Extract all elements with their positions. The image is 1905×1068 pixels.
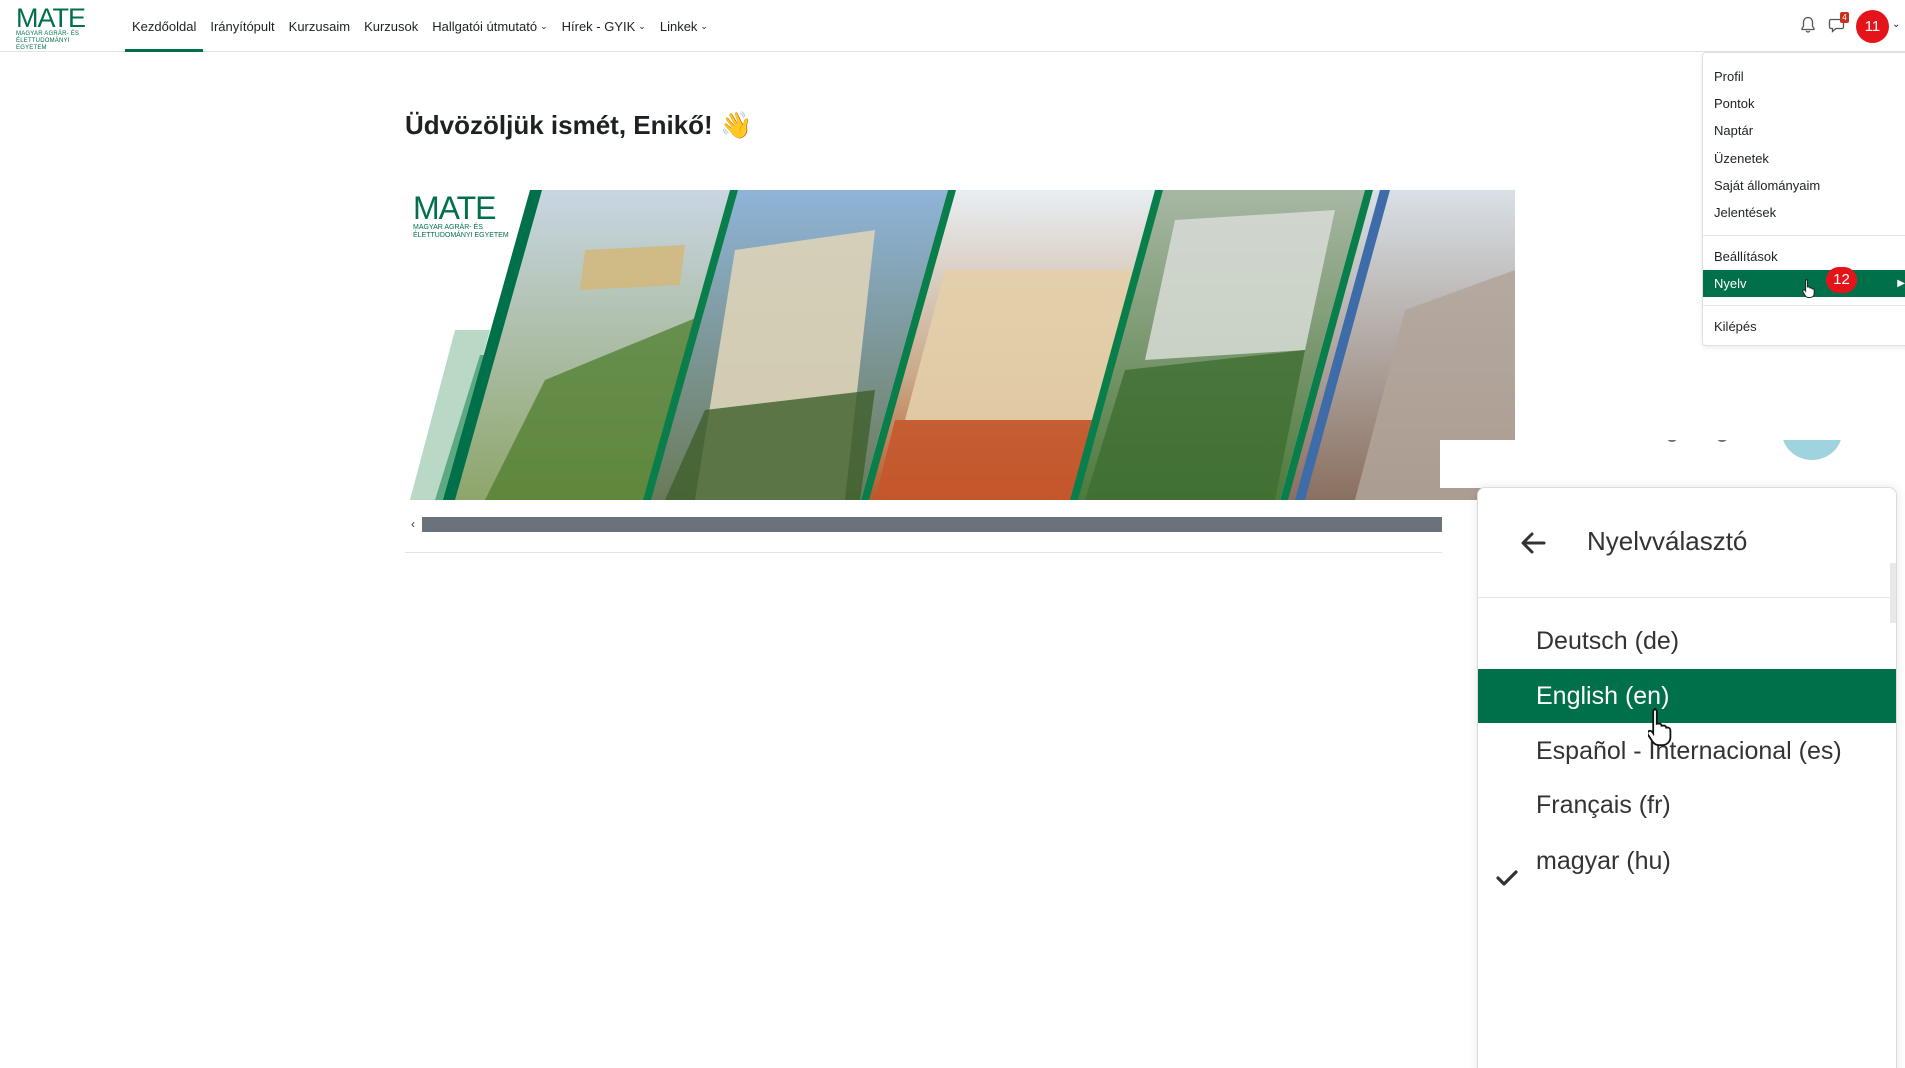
chevron-down-icon: ⌄	[540, 20, 548, 31]
partial-avatar-icons	[1667, 440, 1841, 460]
banner-logo-subtitle-line2: ÉLETTUDOMÁNYI EGYETEM	[413, 232, 509, 239]
nav-item-kurzusok[interactable]: Kurzusok	[357, 0, 425, 52]
menu-item-label: Nyelv	[1714, 276, 1747, 291]
checkmark-icon	[1496, 852, 1518, 886]
nav-item-label: Kezdőoldal	[132, 18, 197, 34]
language-option-fr[interactable]: Français (fr)	[1478, 778, 1896, 832]
welcome-text: Üdvözöljük ismét, Enikő!	[405, 110, 713, 140]
horizontal-scrollbar[interactable]: ‹	[405, 515, 1442, 533]
menu-item-beallitasok[interactable]: Beállítások	[1703, 243, 1905, 270]
menu-item-jelentesek[interactable]: Jelentések	[1703, 199, 1905, 226]
site-logo[interactable]: MATE MAGYAR AGRÁR- ÉS ÉLETTUDOMÁNYI EGYE…	[16, 3, 98, 52]
language-option-hu[interactable]: magyar (hu)	[1478, 834, 1896, 888]
logo-subtitle-line2: ÉLETTUDOMÁNYI EGYETEM	[16, 38, 70, 51]
nav-item-kezdooldal[interactable]: Kezdőoldal	[125, 0, 204, 52]
back-arrow-icon[interactable]	[1518, 528, 1548, 558]
chevron-down-icon: ⌄	[700, 20, 708, 31]
menu-item-sajat-allomanyaim[interactable]: Saját állományaim	[1703, 172, 1905, 199]
user-avatar[interactable]: 11	[1856, 10, 1889, 43]
nav-item-hirek-gyik[interactable]: Hírek - GYIK ⌄	[555, 0, 653, 52]
notifications-bell-icon[interactable]	[1800, 16, 1816, 34]
banner-logo: MATE MAGYAR AGRÁR- ÉS ÉLETTUDOMÁNYI EGYE…	[413, 192, 509, 240]
nav-item-label: Irányítópult	[210, 18, 275, 34]
menu-divider	[1703, 305, 1905, 306]
caret-right-icon: ▶	[1897, 278, 1905, 289]
language-option-label: Español - Internacional (es)	[1536, 737, 1842, 765]
scroll-left-arrow-icon[interactable]: ‹	[405, 515, 421, 533]
welcome-heading: Üdvözöljük ismét, Enikő! 👋	[405, 110, 752, 141]
nav-item-label: Kurzusok	[364, 18, 419, 34]
scrollbar-thumb[interactable]	[422, 517, 1442, 532]
nav-item-label: Kurzusaim	[288, 18, 351, 34]
language-option-es[interactable]: Español - Internacional (es)	[1478, 724, 1896, 778]
menu-item-uzenetek[interactable]: Üzenetek	[1703, 145, 1905, 172]
step-number-badge: 12	[1826, 267, 1857, 293]
nav-item-iranyitopult[interactable]: Irányítópult	[203, 0, 281, 52]
nav-item-hallgatoi-utmutato[interactable]: Hallgatói útmutató ⌄	[425, 0, 554, 52]
nav-item-label: Hírek - GYIK	[561, 18, 636, 34]
nav-item-linkek[interactable]: Linkek ⌄	[653, 0, 715, 52]
panel-scrollbar[interactable]	[1890, 563, 1896, 623]
banner-logo-wordmark: MATE	[413, 190, 497, 226]
nav-item-kurzusaim[interactable]: Kurzusaim	[282, 0, 357, 52]
content-divider	[405, 552, 1442, 553]
messages-count-badge: 4	[1840, 12, 1849, 23]
menu-item-profil[interactable]: Profil	[1703, 63, 1905, 90]
language-option-label: English (en)	[1536, 682, 1670, 710]
top-navbar: MATE MAGYAR AGRÁR- ÉS ÉLETTUDOMÁNYI EGYE…	[0, 0, 1905, 52]
language-selector-panel: Nyelvválasztó Deutsch (de) English (en) …	[1477, 487, 1897, 1068]
language-panel-header: Nyelvválasztó	[1478, 488, 1896, 598]
hand-pointer-cursor-icon	[1646, 707, 1676, 752]
language-option-en[interactable]: English (en)	[1478, 669, 1896, 723]
language-panel-title: Nyelvválasztó	[1587, 526, 1748, 556]
nav-item-label: Hallgatói útmutató	[432, 18, 538, 34]
menu-item-naptar[interactable]: Naptár	[1703, 117, 1905, 144]
hand-pointer-cursor-icon	[1802, 278, 1816, 303]
primary-navigation: Kezdőoldal Irányítópult Kurzusaim Kurzus…	[125, 0, 715, 52]
logo-wordmark: MATE	[16, 3, 86, 33]
waving-hand-icon: 👋	[719, 110, 753, 140]
menu-item-pontok[interactable]: Pontok	[1703, 90, 1905, 117]
chevron-down-icon: ⌄	[638, 20, 646, 31]
logo-subtitle-line1: MAGYAR AGRÁR- ÉS	[16, 31, 80, 37]
campus-banner-image: MATE MAGYAR AGRÁR- ÉS ÉLETTUDOMÁNYI EGYE…	[405, 190, 1515, 500]
nav-item-label: Linkek	[659, 18, 698, 34]
language-option-de[interactable]: Deutsch (de)	[1478, 614, 1896, 668]
language-option-label: magyar (hu)	[1536, 847, 1671, 875]
messages-chat-icon[interactable]: 4	[1828, 12, 1849, 35]
banner-collage	[410, 190, 1515, 500]
menu-item-kilepes[interactable]: Kilépés	[1703, 313, 1905, 340]
language-option-label: Français (fr)	[1536, 791, 1671, 819]
menu-divider	[1703, 235, 1905, 236]
language-option-label: Deutsch (de)	[1536, 627, 1680, 655]
partial-content-strip	[1440, 440, 1905, 488]
chevron-down-icon[interactable]: ⌄	[1892, 19, 1900, 30]
